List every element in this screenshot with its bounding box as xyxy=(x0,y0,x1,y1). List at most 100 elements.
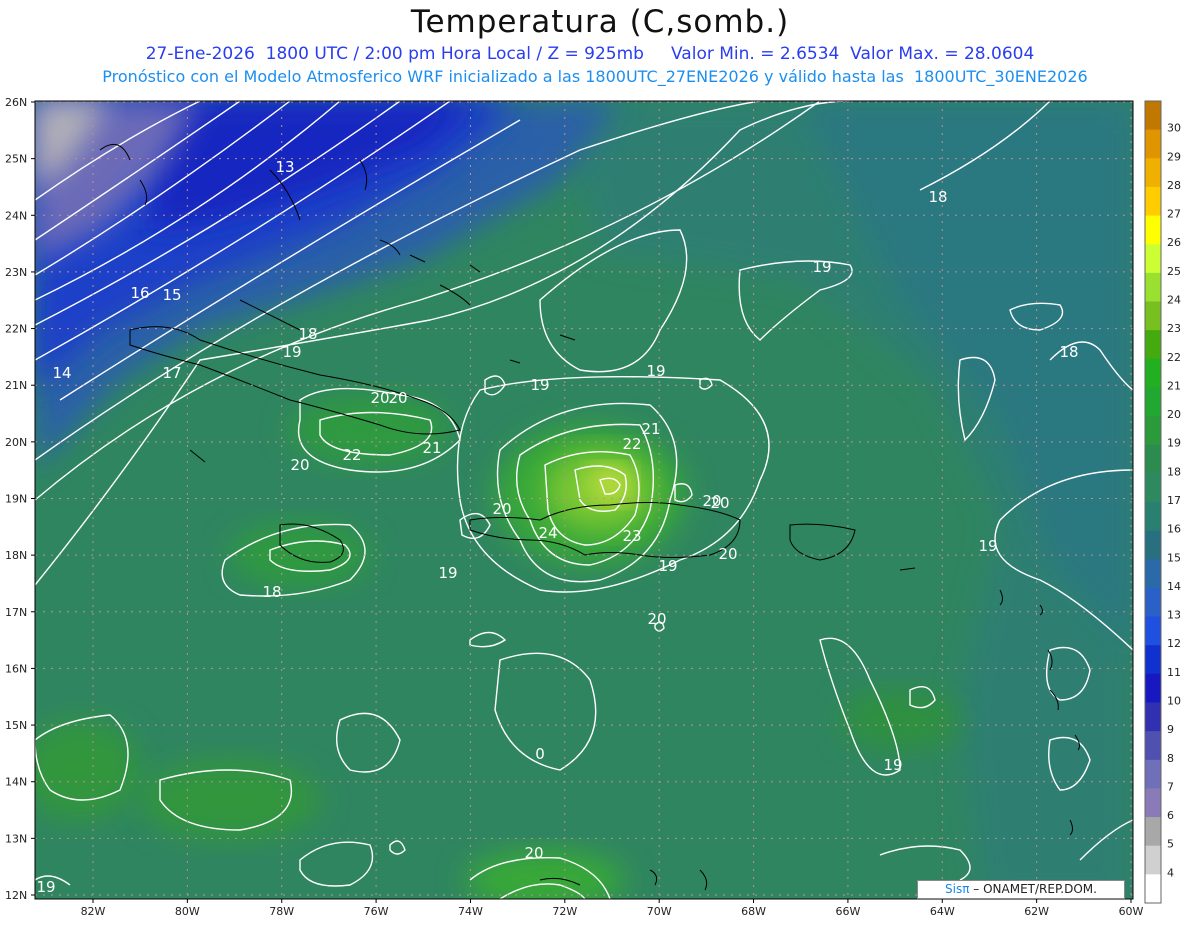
contour-label: 20 xyxy=(710,494,729,512)
lon-label: 82W xyxy=(81,905,106,918)
lat-label: 14N xyxy=(5,776,27,789)
colorbar-label: 29 xyxy=(1167,150,1181,163)
lat-label: 21N xyxy=(5,379,27,392)
colorbar-label: 28 xyxy=(1167,179,1181,192)
colorbar-swatch xyxy=(1145,473,1161,503)
colorbar-label: 7 xyxy=(1167,780,1174,793)
lat-label: 24N xyxy=(5,209,27,222)
contour-label: 20 xyxy=(718,545,737,563)
colorbar-label: 11 xyxy=(1167,666,1181,679)
colorbar-swatch xyxy=(1145,587,1161,618)
contour-label: 19 xyxy=(438,564,457,582)
contour-label: 18 xyxy=(1059,343,1078,361)
colorbar-swatch xyxy=(1145,416,1161,446)
lat-label: 22N xyxy=(5,323,27,336)
credit-text: – ONAMET/REP.DOM. xyxy=(969,882,1097,896)
contour-label: 19 xyxy=(658,557,677,575)
lat-label: 15N xyxy=(5,719,27,732)
colorbar-swatch xyxy=(1145,502,1161,532)
colorbar-swatch xyxy=(1145,272,1161,302)
colorbar-swatch xyxy=(1145,330,1161,360)
colorbar-label: 10 xyxy=(1167,695,1181,708)
contour-label: 21 xyxy=(641,420,660,438)
lat-label: 18N xyxy=(5,549,27,562)
contour-label: 17 xyxy=(162,364,181,382)
colorbar-label: 19 xyxy=(1167,437,1181,450)
latitude-labels: 26N 25N 24N 23N 22N 21N 20N 19N 18N 17N 16N 15N 14N 1… xyxy=(5,96,35,902)
colorbar-label: 14 xyxy=(1167,580,1181,593)
lon-label: 70W xyxy=(647,905,672,918)
contour-label: 20 xyxy=(492,500,511,518)
colorbar-swatch xyxy=(1145,101,1161,131)
colorbar-swatch xyxy=(1145,645,1161,675)
colorbar-swatch xyxy=(1145,244,1161,274)
lat-label: 23N xyxy=(5,266,27,279)
contour-label: 15 xyxy=(162,286,181,304)
colorbar-swatch xyxy=(1145,616,1161,646)
colorbar-label: 22 xyxy=(1167,351,1181,364)
lon-label: 78W xyxy=(269,905,294,918)
contour-label: 18 xyxy=(928,188,947,206)
lon-label: 60W xyxy=(1119,905,1144,918)
colorbar-swatch xyxy=(1145,215,1161,245)
lon-label: 68W xyxy=(741,905,766,918)
contour-label: 19 xyxy=(812,258,831,276)
colorbar-swatch xyxy=(1145,129,1161,159)
lat-label: 25N xyxy=(5,153,27,166)
contour-label: 19 xyxy=(530,376,549,394)
lat-label: 20N xyxy=(5,436,27,449)
colorbar-label: 23 xyxy=(1167,322,1181,335)
temperature-map: 26N 25N 24N 23N 22N 21N 20N 19N 18N 17N 16N 15N 14N 1… xyxy=(5,96,1181,918)
colorbar-label: 5 xyxy=(1167,838,1174,851)
colorbar-label: 17 xyxy=(1167,494,1181,507)
colorbar-swatch xyxy=(1145,358,1161,388)
contour-label: 18 xyxy=(298,325,317,343)
lat-label: 16N xyxy=(5,662,27,675)
sispi-logo: Sisπ xyxy=(945,882,970,896)
lon-label: 74W xyxy=(458,905,483,918)
colorbar-swatch xyxy=(1145,186,1161,217)
colorbar-label: 6 xyxy=(1167,809,1174,822)
contour-label: 21 xyxy=(422,439,441,457)
contour-label: 20 xyxy=(647,610,666,628)
colorbar-swatch xyxy=(1145,874,1161,904)
colorbar-swatch xyxy=(1145,759,1161,789)
colorbar-label: 27 xyxy=(1167,208,1181,221)
credit-badge: Sisπ – ONAMET/REP.DOM. xyxy=(917,880,1125,899)
colorbar-label: 12 xyxy=(1167,637,1181,650)
lat-label: 17N xyxy=(5,606,27,619)
contour-label: 20 xyxy=(524,844,543,862)
contour-label: 19 xyxy=(36,878,55,896)
colorbar-swatch xyxy=(1145,702,1161,732)
colorbar-swatch xyxy=(1145,387,1161,417)
lon-label: 64W xyxy=(930,905,955,918)
contour-label: 20 xyxy=(388,389,407,407)
color-bar: 30 29 28 27 26 25 24 23 22 21 20 19 18 17 16 15 14 13 12 11… xyxy=(1144,100,1181,904)
colorbar-label: 18 xyxy=(1167,465,1181,478)
contour-label: 13 xyxy=(275,158,294,176)
lon-label: 66W xyxy=(835,905,860,918)
colorbar-label: 8 xyxy=(1167,752,1174,765)
lon-label: 62W xyxy=(1024,905,1049,918)
contour-label: 19 xyxy=(978,537,997,555)
contour-label: 20 xyxy=(370,389,389,407)
colorbar-label: 21 xyxy=(1167,379,1181,392)
colorbar-swatch xyxy=(1145,301,1161,331)
colorbar-label: 16 xyxy=(1167,523,1181,536)
lon-label: 80W xyxy=(175,905,200,918)
colorbar-swatch xyxy=(1145,788,1161,818)
contour-label: 24 xyxy=(538,524,557,542)
colorbar-label: 24 xyxy=(1167,294,1181,307)
longitude-labels: 82W 80W 78W 76W 74W 72W 70W 68W 66W 64W 62W 60W xyxy=(81,899,1144,918)
contour-label: 23 xyxy=(622,527,641,545)
colorbar-swatch xyxy=(1145,530,1161,560)
colorbar-swatch xyxy=(1145,731,1161,761)
contour-label: 14 xyxy=(52,364,71,382)
colorbar-label: 4 xyxy=(1167,866,1174,879)
contour-label: 18 xyxy=(262,583,281,601)
contour-label: 22 xyxy=(622,435,641,453)
colorbar-label: 30 xyxy=(1167,122,1181,135)
lat-label: 12N xyxy=(5,889,27,902)
colorbar-label: 13 xyxy=(1167,609,1181,622)
lon-label: 76W xyxy=(364,905,389,918)
